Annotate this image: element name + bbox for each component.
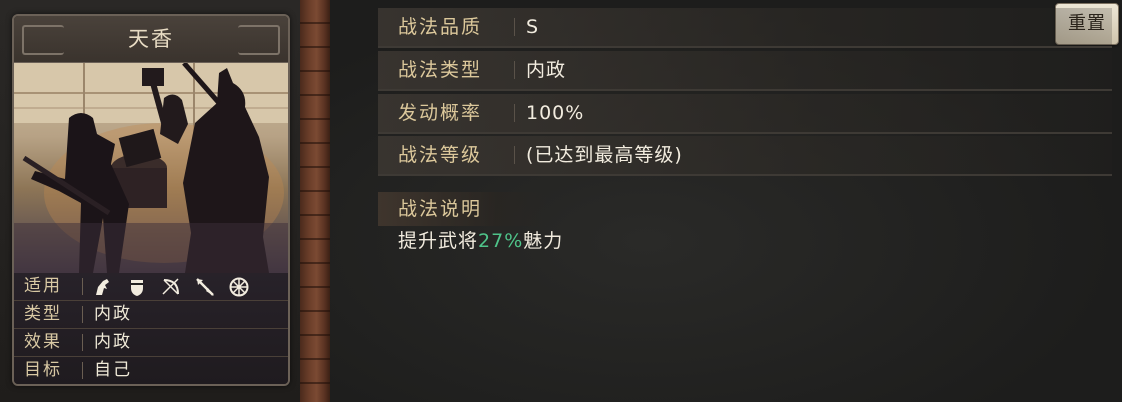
info-row-applicable: 适用 xyxy=(14,273,288,301)
skill-name: 天香 xyxy=(128,27,174,51)
info-value: 自己 xyxy=(94,360,132,380)
card-title-bar: 天香 xyxy=(14,16,288,63)
attr-key: 战法等级 xyxy=(398,144,483,166)
info-value: 内政 xyxy=(94,304,132,324)
attr-row-type: 战法类型 内政 xyxy=(378,51,1112,91)
attr-row-probability: 发动概率 100% xyxy=(378,94,1112,134)
wooden-pillar-divider xyxy=(300,0,330,402)
attr-value: 100% xyxy=(526,102,585,124)
divider xyxy=(514,104,515,122)
info-key: 类型 xyxy=(24,304,62,324)
troop-type-icons xyxy=(92,276,250,298)
shield-icon xyxy=(126,276,148,298)
divider xyxy=(514,61,515,79)
skill-card-info: 适用 类型 内政 效果 内政 目标 自己 xyxy=(14,273,288,384)
info-key: 效果 xyxy=(24,332,62,352)
info-row-type: 类型 内政 xyxy=(14,301,288,329)
skill-card-artwork xyxy=(14,63,288,273)
divider xyxy=(514,18,515,36)
info-key: 适用 xyxy=(24,276,62,296)
description-label-bar: 战法说明 xyxy=(378,192,548,226)
info-key: 目标 xyxy=(24,360,62,380)
divider xyxy=(514,146,515,164)
description-suffix: 魅力 xyxy=(523,230,564,252)
attr-key: 发动概率 xyxy=(398,102,483,124)
divider xyxy=(82,334,83,351)
description-text: 提升武将27%魅力 xyxy=(398,226,563,256)
divider xyxy=(82,278,83,295)
description-highlight: 27% xyxy=(478,230,524,252)
info-row-effect: 效果 内政 xyxy=(14,329,288,357)
description-prefix: 提升武将 xyxy=(398,230,479,252)
info-row-target: 目标 自己 xyxy=(14,357,288,384)
description-label: 战法说明 xyxy=(398,198,483,220)
attr-key: 战法品质 xyxy=(398,16,483,38)
divider xyxy=(82,362,83,379)
attr-value: S xyxy=(526,16,540,38)
divider xyxy=(82,306,83,323)
attr-row-quality: 战法品质 S xyxy=(378,8,1112,48)
bow-icon xyxy=(160,276,182,298)
silhouette-artwork-icon xyxy=(14,63,288,273)
attr-value: 内政 xyxy=(526,59,567,81)
spear-icon xyxy=(194,276,216,298)
skill-card[interactable]: 天香 适用 类型 内政 效果 内政 目标 自己 xyxy=(12,14,290,386)
wheel-icon xyxy=(228,276,250,298)
attr-key: 战法类型 xyxy=(398,59,483,81)
attr-row-level: 战法等级 (已达到最高等级) xyxy=(378,136,1112,176)
cavalry-icon xyxy=(92,276,114,298)
info-value: 内政 xyxy=(94,332,132,352)
attr-value: (已达到最高等级) xyxy=(526,144,683,166)
